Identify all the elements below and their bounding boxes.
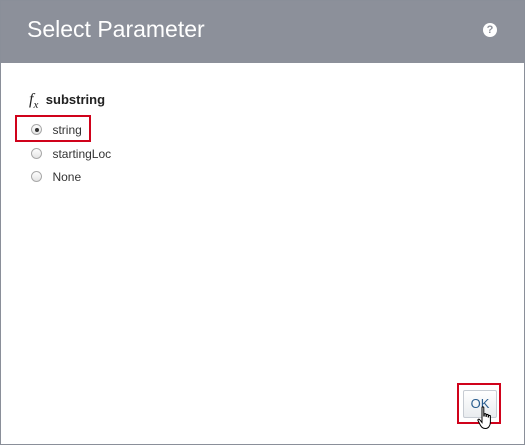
dialog-title: Select Parameter xyxy=(27,16,205,42)
radio-button-none[interactable] xyxy=(31,171,42,183)
hand-cursor-icon xyxy=(477,406,491,430)
radio-button-startingloc[interactable] xyxy=(31,148,42,160)
question-circle-icon[interactable]: ? xyxy=(483,23,497,37)
parameter-label: startingLoc xyxy=(52,146,112,161)
parameter-option-startingloc[interactable]: startingLoc xyxy=(31,145,111,161)
parameter-option-none[interactable]: None xyxy=(31,168,81,184)
fx-icon: fx xyxy=(29,91,39,112)
dialog-titlebar: Select Parameter ? xyxy=(1,1,524,63)
select-parameter-dialog: Select Parameter ? fx substring string s… xyxy=(0,0,525,445)
function-heading: fx substring xyxy=(29,91,105,111)
highlight-box-string xyxy=(15,115,91,142)
function-name: substring xyxy=(45,92,106,107)
parameter-label: None xyxy=(52,169,82,184)
